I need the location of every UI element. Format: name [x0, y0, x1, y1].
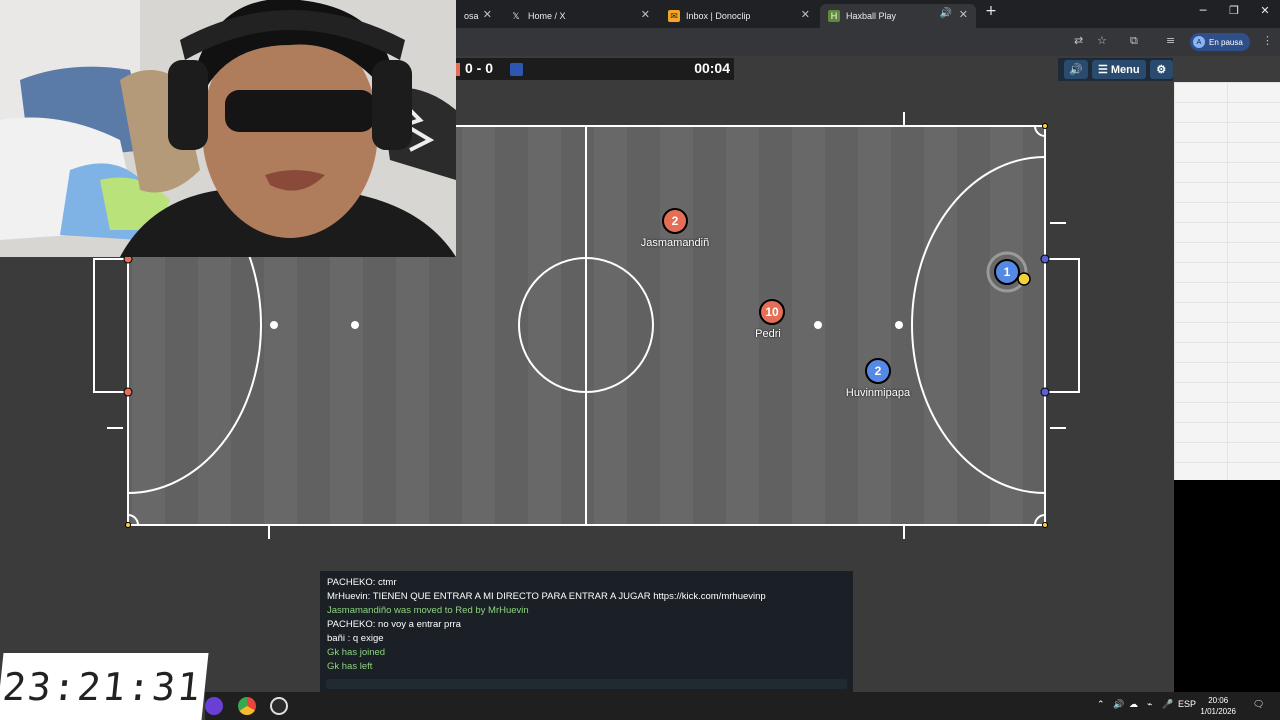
- chat-message: PACHEKO: no voy a entrar prra: [327, 619, 461, 630]
- minimize-icon[interactable]: ─: [1188, 4, 1218, 17]
- red-team-indicator: [456, 63, 460, 76]
- settings-button[interactable]: ⚙: [1149, 60, 1173, 79]
- left-goal: [93, 258, 128, 393]
- side-panel-empty: [1174, 480, 1280, 692]
- gear-icon: ⚙: [1156, 64, 1167, 76]
- speaker-icon: 🔊: [1069, 64, 1083, 76]
- player-name: Huvinmipapa: [845, 387, 911, 399]
- screen: osa ✕ 𝕏 Home / X ✕ ✉ Inbox | Donoclip ✕ …: [0, 0, 1280, 720]
- notifications-icon[interactable]: 🗨: [1253, 699, 1264, 710]
- player-number: 10: [765, 305, 779, 319]
- side-panel: [1174, 82, 1280, 480]
- network-icon[interactable]: ⌁: [1147, 699, 1152, 710]
- clock-overlay: 23:21:31: [0, 653, 209, 720]
- webcam-overlay: [0, 0, 456, 257]
- game-controls: 🔊 ☰ Menu ⚙: [1058, 58, 1173, 81]
- avatar: A: [1193, 36, 1205, 48]
- chat-message: PACHEKO: ctmr: [327, 577, 397, 588]
- blue-team-indicator: [510, 63, 523, 76]
- chat-system-message: Gk has joined: [327, 647, 386, 658]
- menu-label: Menu: [1110, 63, 1140, 76]
- match-timer: 00:04: [694, 60, 730, 76]
- close-window-icon[interactable]: ✕: [1250, 4, 1280, 17]
- scoreboard: 0 - 0 00:04: [456, 58, 734, 80]
- player-number: 2: [671, 214, 679, 228]
- score: 0 - 0: [465, 60, 494, 76]
- chrome-icon[interactable]: [238, 697, 256, 715]
- player-name: Jasmamandiñ: [640, 237, 710, 249]
- tray-date: 1/01/2026: [1200, 707, 1236, 716]
- chat-input[interactable]: [326, 679, 847, 689]
- restore-icon[interactable]: ❐: [1219, 4, 1249, 17]
- profile-label: En pausa: [1209, 37, 1243, 47]
- player-number: 1: [1003, 265, 1011, 279]
- mic-icon[interactable]: 🎤: [1162, 699, 1173, 710]
- menu-icon: ☰: [1098, 64, 1108, 76]
- obs-icon[interactable]: [270, 697, 288, 715]
- app-icon[interactable]: [205, 697, 223, 715]
- more-icon[interactable]: ⋮: [1262, 34, 1273, 47]
- tray-time: 20:06: [1208, 696, 1229, 705]
- language-indicator[interactable]: ESP: [1178, 699, 1196, 709]
- chevron-up-icon[interactable]: ⌃: [1097, 699, 1105, 710]
- webcam-image: [0, 0, 456, 257]
- chat-message: bañi : q exige: [327, 633, 384, 644]
- sound-button[interactable]: 🔊: [1064, 60, 1088, 79]
- player-name: Pedri: [755, 328, 781, 340]
- chat-box: PACHEKO: ctmr MrHuevin: TIENEN QUE ENTRA…: [320, 571, 853, 692]
- menu-button[interactable]: ☰ Menu: [1092, 60, 1146, 79]
- player-number: 2: [874, 364, 882, 378]
- chat-system-message: Gk has left: [327, 661, 373, 672]
- cloud-icon[interactable]: ☁: [1129, 699, 1138, 710]
- ball: [1017, 272, 1031, 286]
- chat-system-message: Jasmamandiño was moved to Red by MrHuevi…: [327, 605, 529, 616]
- right-goal: [1045, 258, 1080, 393]
- volume-icon[interactable]: 🔊: [1113, 699, 1124, 710]
- taskbar: ⌃ 🔊 ☁ ⌁ 🎤 ESP 20:06 1/01/2026 🗨: [205, 692, 1280, 720]
- chat-message: MrHuevin: TIENEN QUE ENTRAR A MI DIRECTO…: [327, 591, 766, 602]
- profile-button[interactable]: A En pausa: [1190, 33, 1250, 51]
- tray-clock[interactable]: 20:06 1/01/2026: [1200, 695, 1236, 717]
